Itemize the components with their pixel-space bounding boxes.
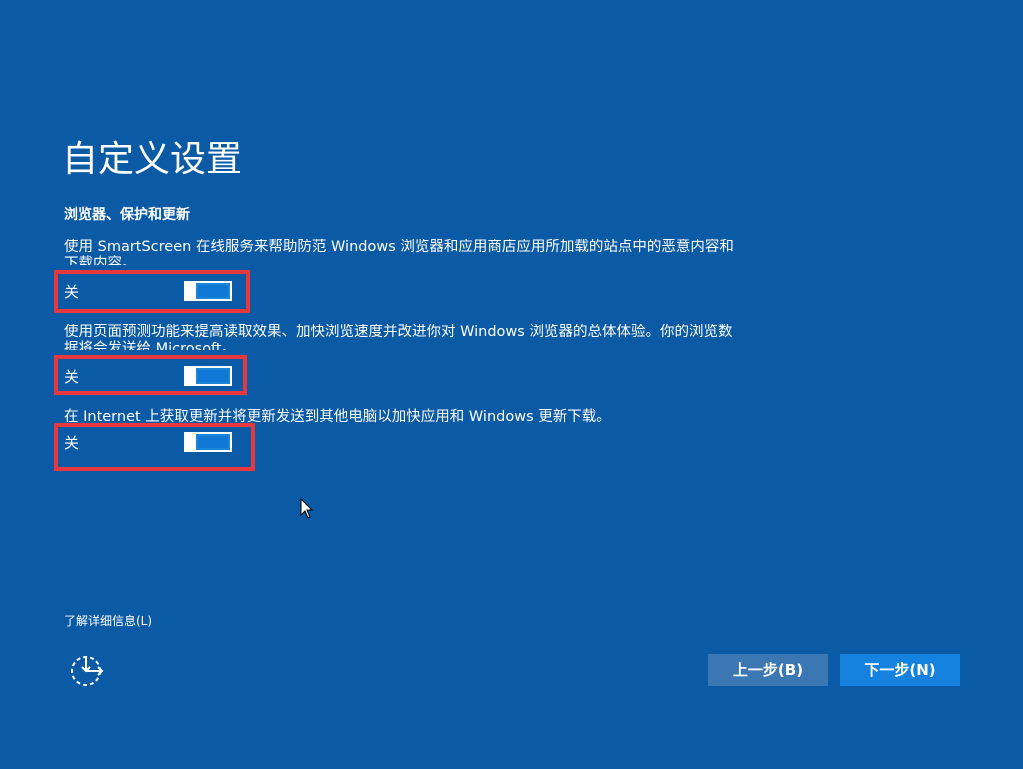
learn-more-link[interactable]: 了解详细信息(L) bbox=[64, 613, 152, 629]
page-prediction-toggle-row: 关 bbox=[64, 364, 244, 390]
update-sharing-toggle[interactable] bbox=[184, 432, 232, 452]
toggle-thumb bbox=[186, 281, 196, 301]
toggle-track bbox=[198, 436, 228, 448]
toggle-state-label: 关 bbox=[64, 283, 80, 301]
page-prediction-toggle[interactable] bbox=[184, 366, 232, 386]
toggle-state-label: 关 bbox=[64, 434, 80, 452]
smartscreen-description: 使用 SmartScreen 在线服务来帮助防范 Windows 浏览器和应用商… bbox=[64, 239, 734, 265]
section-heading: 浏览器、保护和更新 bbox=[64, 207, 190, 223]
toggle-state-label: 关 bbox=[64, 368, 80, 386]
ease-of-access-icon[interactable] bbox=[70, 654, 106, 688]
toggle-thumb bbox=[186, 432, 196, 452]
toggle-track bbox=[198, 370, 228, 382]
smartscreen-toggle[interactable] bbox=[184, 281, 232, 301]
toggle-track bbox=[198, 285, 228, 297]
smartscreen-toggle-row: 关 bbox=[64, 279, 244, 305]
mouse-cursor-icon bbox=[300, 498, 314, 519]
toggle-thumb bbox=[186, 366, 196, 386]
page-title: 自定义设置 bbox=[62, 139, 243, 180]
update-sharing-toggle-row: 关 bbox=[64, 430, 244, 456]
back-button[interactable]: 上一步(B) bbox=[708, 654, 828, 686]
next-button[interactable]: 下一步(N) bbox=[840, 654, 960, 686]
page-prediction-description: 使用页面预测功能来提高读取效果、加快浏览速度并改进你对 Windows 浏览器的… bbox=[64, 324, 733, 350]
